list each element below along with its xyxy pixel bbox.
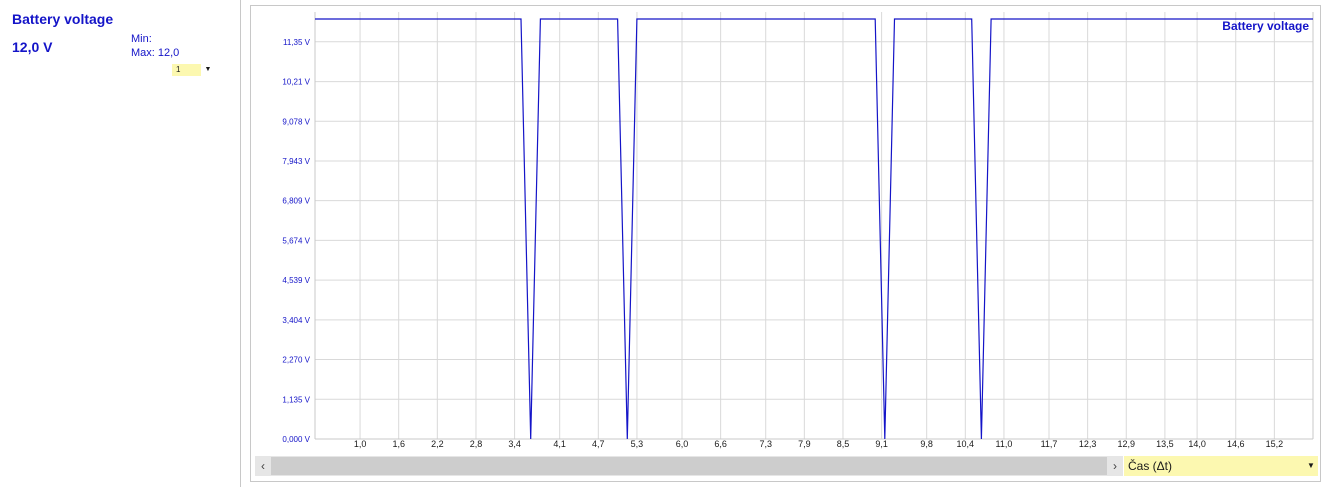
sensor-panel: Battery voltage 12,0 V Min: Max: 12,0 1 … <box>0 0 241 487</box>
y-tick-label: 1,135 V <box>282 395 310 404</box>
x-tick-label: 4,7 <box>592 439 605 449</box>
y-tick-label: 3,404 V <box>282 316 310 325</box>
x-tick-label: 2,2 <box>431 439 444 449</box>
x-tick-label: 2,8 <box>470 439 483 449</box>
x-tick-label: 14,0 <box>1188 439 1206 449</box>
x-tick-label: 7,9 <box>798 439 811 449</box>
step-select[interactable]: 1 ▼ <box>172 64 215 76</box>
y-tick-label: 2,270 V <box>282 356 310 365</box>
chevron-down-icon[interactable]: ▼ <box>1304 456 1318 476</box>
x-tick-label: 12,9 <box>1118 439 1136 449</box>
x-tick-label: 11,0 <box>996 439 1013 449</box>
x-axis-select[interactable]: Čas (Δt) ▼ <box>1124 456 1318 476</box>
x-tick-label: 14,6 <box>1227 439 1245 449</box>
x-tick-label: 6,0 <box>676 439 689 449</box>
x-tick-label: 15,2 <box>1266 439 1284 449</box>
y-tick-label: 5,674 V <box>282 236 310 245</box>
legend-series-label: Battery voltage <box>1222 19 1309 33</box>
sensor-min-label: Min: <box>131 33 152 45</box>
y-tick-label: 6,809 V <box>282 197 310 206</box>
y-tick-label: 11,35 V <box>283 38 311 47</box>
x-axis-ticks: 1,0 1,6 2,2 2,8 3,4 4,1 4,7 5,3 6,0 6,6 7,3 7,9 8,5 9… <box>354 439 1283 449</box>
x-tick-label: 6,6 <box>714 439 727 449</box>
y-tick-label: 9,078 V <box>282 117 310 126</box>
y-tick-label: 4,539 V <box>282 276 310 285</box>
sensor-max-label: Max: 12,0 <box>131 47 180 59</box>
x-tick-label: 4,1 <box>553 439 566 449</box>
sensor-title: Battery voltage <box>12 11 114 27</box>
x-tick-label: 5,3 <box>631 439 644 449</box>
x-axis-select-value: Čas (Δt) <box>1128 459 1173 473</box>
y-tick-label: 7,943 V <box>282 157 310 166</box>
x-tick-label: 3,4 <box>508 439 521 449</box>
chart-grid <box>314 12 1314 440</box>
x-tick-label: 7,3 <box>759 439 772 449</box>
scroll-left-icon[interactable]: ‹ <box>255 456 271 476</box>
x-tick-label: 1,6 <box>392 439 405 449</box>
sensor-value: 12,0 V <box>12 39 53 55</box>
scroll-right-icon[interactable]: › <box>1107 456 1123 476</box>
x-tick-label: 9,1 <box>875 439 888 449</box>
y-axis-ticks: 0,000 V 1,135 V 2,270 V 3,404 V 4,539 V 5,674… <box>282 38 310 444</box>
step-select-value: 1 <box>176 65 181 74</box>
x-tick-label: 8,5 <box>837 439 850 449</box>
x-tick-label: 1,0 <box>354 439 367 449</box>
x-tick-label: 12,3 <box>1079 439 1097 449</box>
x-tick-label: 9,8 <box>920 439 933 449</box>
y-tick-label: 10,21 V <box>282 78 310 87</box>
x-tick-label: 11,7 <box>1041 439 1058 449</box>
voltage-chart: 0,000 V 1,135 V 2,270 V 3,404 V 4,539 V 5,674… <box>282 12 1314 449</box>
x-tick-label: 13,5 <box>1156 439 1174 449</box>
horizontal-scrollbar[interactable]: ‹ › <box>255 456 1123 476</box>
chevron-down-icon[interactable]: ▼ <box>201 64 215 76</box>
y-tick-label: 0,000 V <box>282 435 310 444</box>
scrollbar-thumb[interactable] <box>271 457 1107 475</box>
x-tick-label: 10,4 <box>957 439 975 449</box>
